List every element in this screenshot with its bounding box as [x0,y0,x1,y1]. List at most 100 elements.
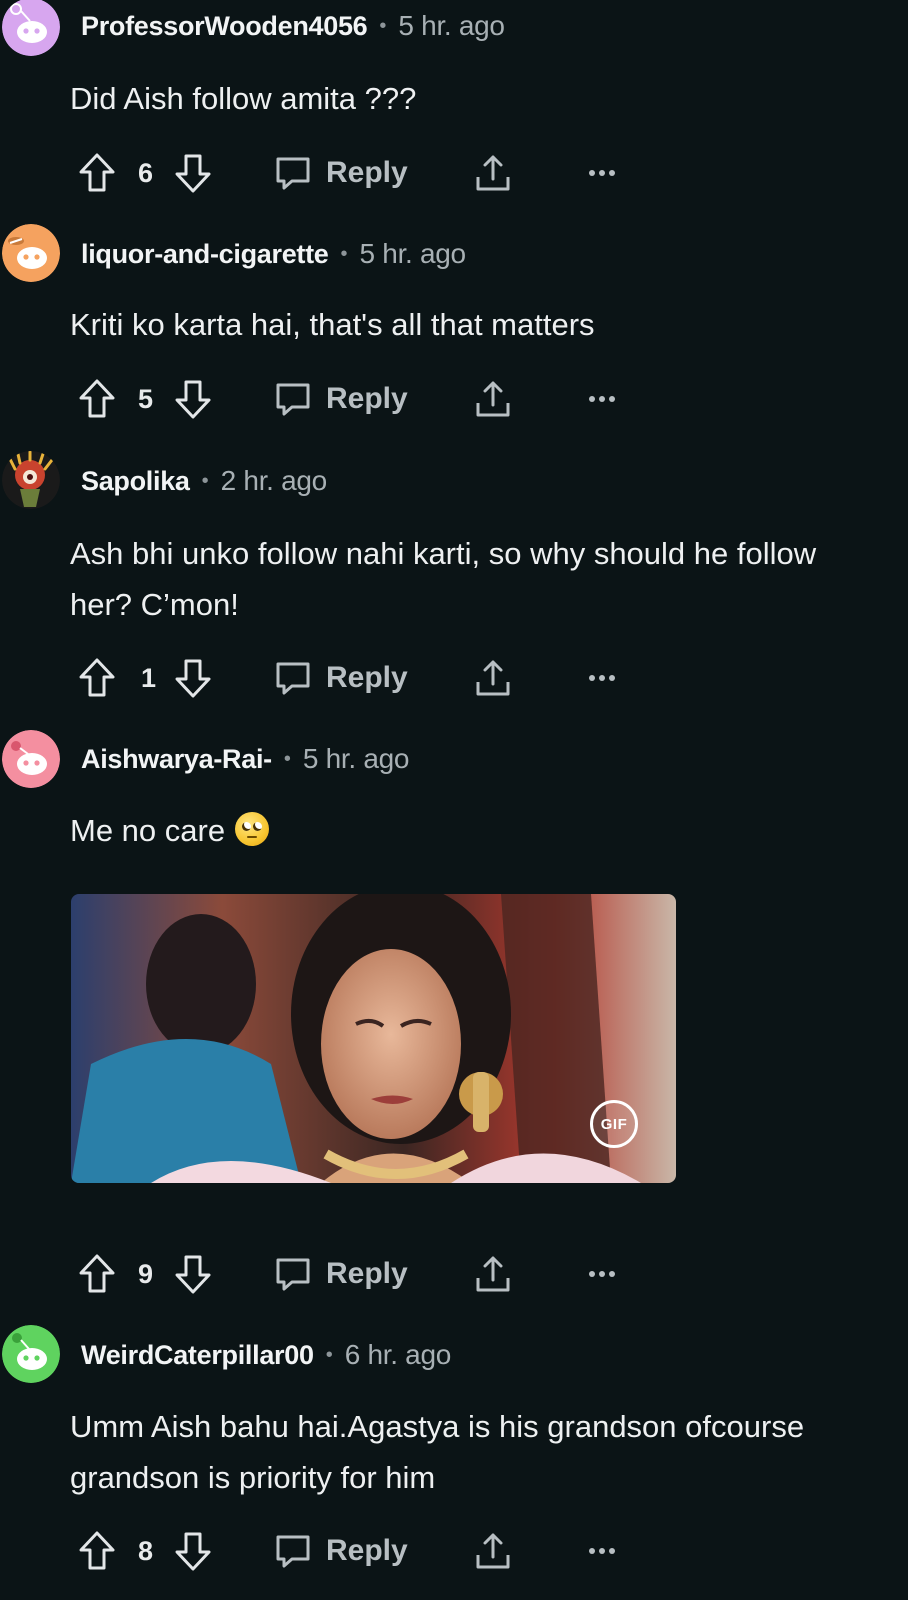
comment-meta: Aishwarya-Rai- • 5 hr. ago [81,739,409,779]
separator-dot: • [379,14,387,37]
upvote-icon [79,153,115,192]
downvote-button[interactable] [174,1249,212,1299]
downvote-button[interactable] [174,148,212,198]
upvote-button[interactable] [78,148,116,198]
avatar[interactable] [2,0,60,56]
vote-score: 6 [138,157,154,188]
separator-dot: • [283,747,291,770]
more-options-icon [589,1548,615,1554]
reply-label: Reply [326,382,408,415]
downvote-button[interactable] [174,653,212,703]
reply-label: Reply [326,1534,408,1567]
gif-badge: GIF [590,1100,638,1148]
separator-dot: • [340,242,348,265]
reply-button[interactable]: Reply [274,653,408,703]
downvote-button[interactable] [174,1526,212,1576]
reply-button[interactable]: Reply [274,1249,408,1299]
comment-body: Did Aish follow amita ??? [70,81,417,116]
downvote-icon [175,1532,211,1571]
separator-dot: • [325,1343,333,1366]
more-options-button[interactable] [588,1249,616,1299]
gif-thumbnail-image [71,894,676,1183]
downvote-icon [175,380,211,419]
more-options-button[interactable] [588,148,616,198]
share-icon [476,1533,510,1569]
downvote-icon [175,154,211,193]
share-icon [476,1256,510,1292]
comment-body: Umm Aish bahu hai.Agastya is his grandso… [70,1409,805,1495]
comment-actions: 1 Reply [78,653,638,703]
more-options-button[interactable] [588,1526,616,1576]
username[interactable]: ProfessorWooden4056 [81,11,368,42]
avatar[interactable] [2,1325,60,1383]
rolling-eyes-emoji-icon [235,812,270,846]
comment-bubble-icon [276,662,310,695]
reply-label: Reply [326,661,408,694]
username[interactable]: WeirdCaterpillar00 [81,1340,314,1371]
timestamp: 5 hr. ago [398,10,505,41]
reply-button[interactable]: Reply [274,1526,408,1576]
more-options-icon [589,170,615,176]
gif-embed[interactable]: GIF [71,894,676,1183]
downvote-icon [175,1255,211,1294]
share-icon [476,381,510,417]
upvote-button[interactable] [78,653,116,703]
share-button[interactable] [474,374,512,424]
timestamp: 6 hr. ago [344,1339,452,1370]
share-icon [476,660,510,696]
reply-label: Reply [326,1257,408,1290]
avatar[interactable] [2,451,60,509]
share-button[interactable] [474,653,512,703]
upvote-icon [79,658,115,697]
downvote-button[interactable] [174,374,212,424]
vote-score: 8 [138,1535,154,1566]
share-icon [476,155,510,191]
comment-meta: liquor-and-cigarette • 5 hr. ago [81,234,466,274]
upvote-icon [79,1531,115,1570]
share-button[interactable] [474,148,512,198]
comment-body: Ash bhi unko follow nahi karti, so why s… [70,536,817,622]
reply-button[interactable]: Reply [274,148,408,198]
avatar[interactable] [2,730,60,788]
comment-meta: WeirdCaterpillar00 • 6 hr. ago [81,1335,451,1375]
timestamp: 2 hr. ago [220,465,328,496]
more-options-button[interactable] [588,374,616,424]
more-options-button[interactable] [588,653,616,703]
more-options-icon [589,1271,615,1277]
separator-dot: • [201,469,209,492]
username[interactable]: Sapolika [81,466,190,497]
more-options-icon [589,675,615,681]
timestamp: 5 hr. ago [359,238,467,269]
reply-label: Reply [326,156,408,189]
upvote-icon [79,1254,115,1293]
comment-meta: Sapolika • 2 hr. ago [81,461,327,501]
comment-bubble-icon [276,157,310,190]
vote-score: 5 [138,383,154,414]
reply-button[interactable]: Reply [274,374,408,424]
upvote-button[interactable] [78,374,116,424]
comment-bubble-icon [276,383,310,416]
comment-bubble-icon [276,1535,310,1568]
vote-score: 9 [138,1258,154,1289]
timestamp: 5 hr. ago [302,743,410,774]
upvote-icon [79,379,115,418]
username[interactable]: Aishwarya-Rai- [81,744,272,775]
comment-meta: ProfessorWooden4056 • 5 hr. ago [81,6,505,46]
comment-actions: 5 Reply [78,374,638,424]
upvote-button[interactable] [78,1526,116,1576]
comment-bubble-icon [276,1258,310,1291]
vote-score: 1 [141,662,157,693]
share-button[interactable] [474,1526,512,1576]
comment-actions: 9 Reply [78,1249,638,1299]
more-options-icon [589,396,615,402]
downvote-icon [175,659,211,698]
comment-actions: 6 Reply [78,148,638,198]
comment-body-text: Me no care [70,813,226,848]
upvote-button[interactable] [78,1249,116,1299]
avatar[interactable] [2,224,60,282]
username[interactable]: liquor-and-cigarette [81,239,329,270]
comment-actions: 8 Reply [78,1526,638,1576]
comment-body: Kriti ko karta hai, that's all that matt… [70,307,595,342]
share-button[interactable] [474,1249,512,1299]
comment-body: Me no care [70,805,848,856]
